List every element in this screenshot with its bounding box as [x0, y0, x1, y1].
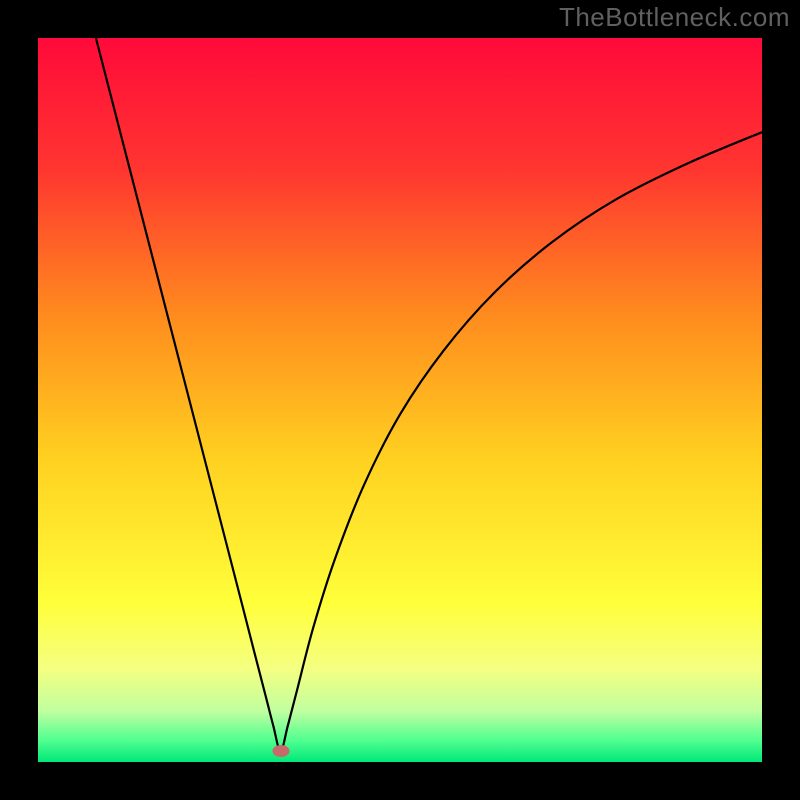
watermark-text: TheBottleneck.com [559, 2, 790, 33]
plot-frame [38, 38, 762, 762]
plot-area [38, 38, 762, 762]
gradient-background [38, 38, 762, 762]
minimum-marker-icon [272, 745, 289, 757]
